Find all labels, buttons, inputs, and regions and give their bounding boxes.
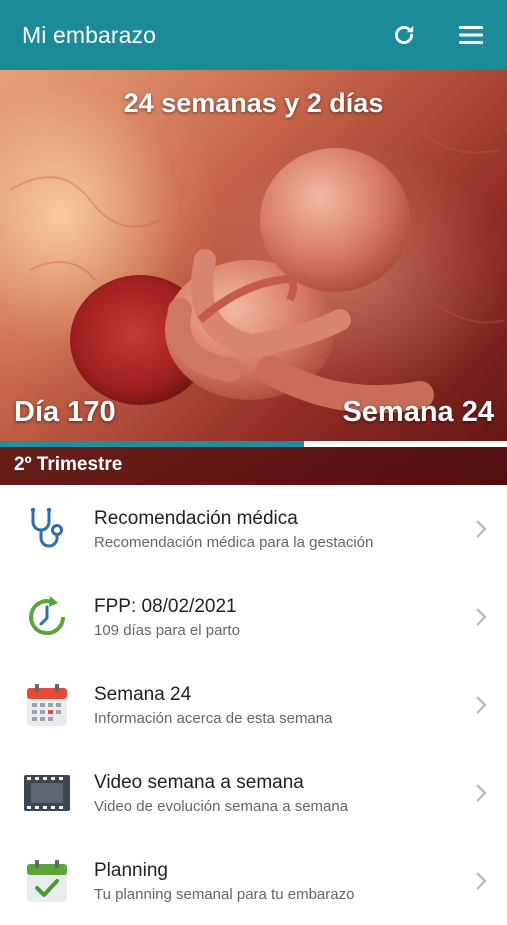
- list-item-subtitle: Información acerca de esta semana: [94, 709, 333, 727]
- list-item-subtitle: Video de evolución semana a semana: [94, 797, 349, 815]
- list-item-due-date[interactable]: FPP: 08/02/2021 109 días para el parto: [0, 573, 507, 661]
- week-count: Semana 24: [342, 396, 494, 428]
- gestation-weeks-title: 24 semanas y 2 días: [123, 88, 384, 118]
- menu-list: Recomendación médica Recomendación médic…: [0, 485, 507, 925]
- list-item-subtitle: Recomendación médica para la gestación: [94, 533, 374, 551]
- list-item-title: Planning: [94, 859, 168, 881]
- menu-icon[interactable]: [455, 19, 487, 51]
- list-item-week-info[interactable]: Semana 24 Información acerca de esta sem…: [0, 661, 507, 749]
- list-item-planning[interactable]: Planning Tu planning semanal para tu emb…: [0, 837, 507, 925]
- chevron-right-icon: [475, 783, 487, 808]
- app-bar: Mi embarazo: [0, 0, 507, 70]
- app-title: Mi embarazo: [22, 21, 157, 48]
- countdown-clock-icon: [22, 592, 72, 642]
- chevron-right-icon: [475, 519, 487, 544]
- list-item-title: Video semana a semana: [94, 771, 304, 793]
- calendar-icon: [22, 680, 72, 730]
- stethoscope-icon: [22, 504, 72, 554]
- fetus-hero-banner: 24 semanas y 2 días Día 170 Semana 24 2º…: [0, 70, 507, 485]
- film-strip-icon: [22, 768, 72, 818]
- list-item-title: FPP: 08/02/2021: [94, 595, 237, 617]
- list-item-subtitle: 109 días para el parto: [94, 621, 240, 639]
- refresh-icon[interactable]: [388, 19, 420, 51]
- chevron-right-icon: [475, 607, 487, 632]
- chevron-right-icon: [475, 871, 487, 896]
- list-item-weekly-video[interactable]: Video semana a semana Video de evolución…: [0, 749, 507, 837]
- list-item-title: Semana 24: [94, 683, 192, 705]
- list-item-title: Recomendación médica: [94, 507, 298, 529]
- trimester-label: 2º Trimestre: [14, 454, 123, 475]
- chevron-right-icon: [475, 695, 487, 720]
- calendar-check-icon: [22, 856, 72, 906]
- list-item-medical-recommendation[interactable]: Recomendación médica Recomendación médic…: [0, 485, 507, 573]
- day-count: Día 170: [14, 396, 116, 428]
